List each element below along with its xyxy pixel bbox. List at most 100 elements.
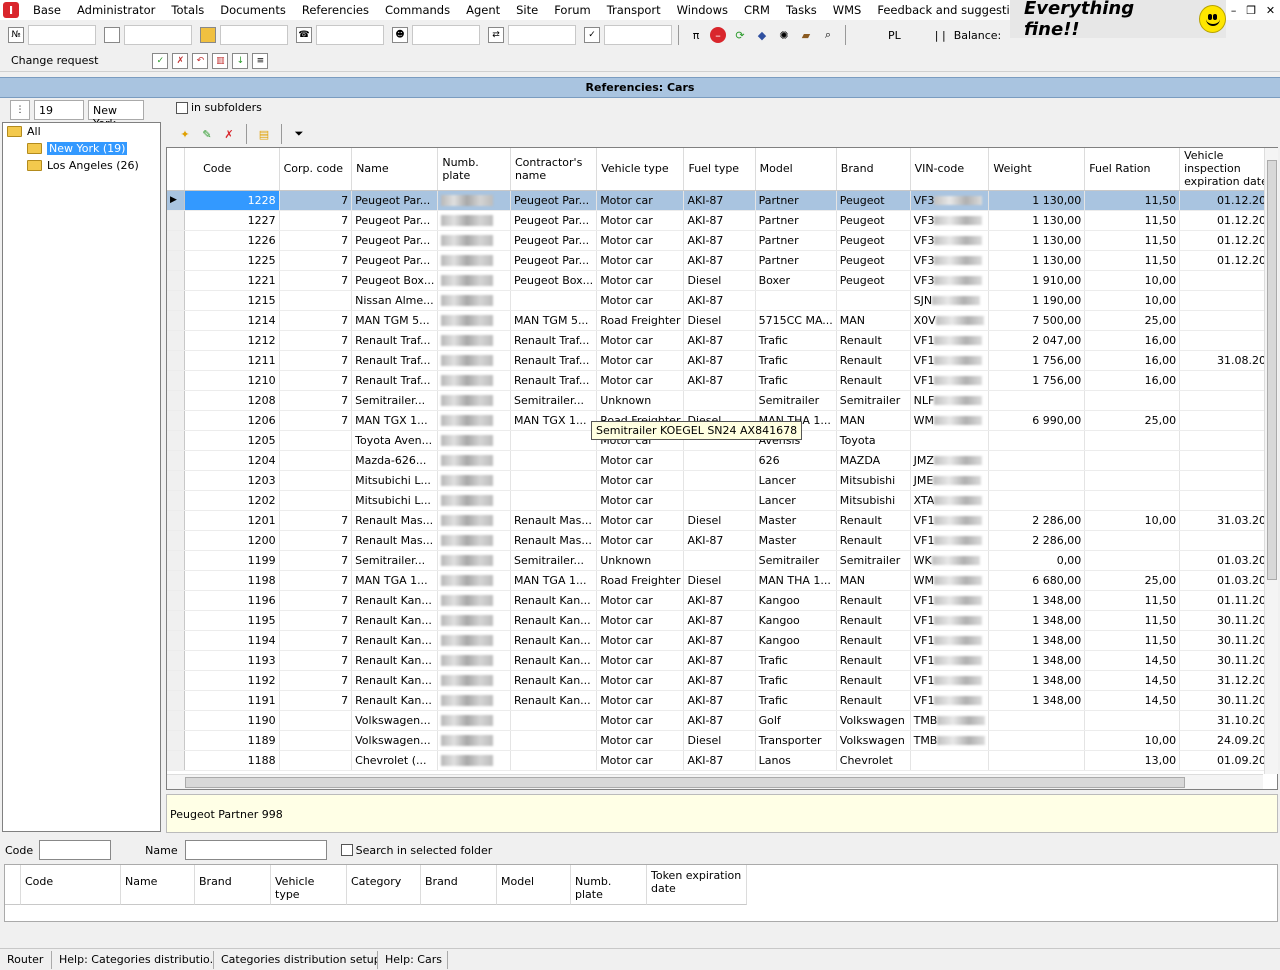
table-cell[interactable]: 10,00 <box>1084 510 1181 531</box>
table-cell[interactable]: 30.11.201 <box>1179 610 1277 631</box>
table-cell[interactable]: Master <box>755 530 837 551</box>
table-cell[interactable]: AKI-87 <box>683 650 756 671</box>
table-cell[interactable]: Unknown <box>596 550 685 571</box>
table-cell[interactable]: VF3 <box>910 270 990 291</box>
table-cell[interactable] <box>437 190 511 211</box>
folder-id-field[interactable]: 19 <box>34 100 84 120</box>
table-cell[interactable] <box>437 370 511 391</box>
table-row[interactable]: 1226 7 Peugeot Par... Peugeot Par... Motor c… <box>167 230 1277 251</box>
table-cell[interactable]: VF1 <box>910 590 990 611</box>
table-cell[interactable]: Diesel <box>683 570 756 591</box>
table-cell[interactable]: AKI-87 <box>683 190 756 211</box>
row-indicator[interactable] <box>167 710 186 731</box>
table-cell[interactable]: VF1 <box>910 670 990 691</box>
table-cell[interactable]: 1198 <box>184 570 280 591</box>
table-cell[interactable] <box>910 750 990 771</box>
table-cell[interactable]: Peugeot Par... <box>510 230 598 251</box>
table-cell[interactable]: 1226 <box>184 230 280 251</box>
table-cell[interactable]: 16,00 <box>1084 350 1181 371</box>
add-record-icon[interactable]: ✦ <box>177 126 193 142</box>
row-indicator[interactable] <box>167 670 186 691</box>
row-indicator[interactable] <box>167 450 186 471</box>
row-indicator[interactable] <box>167 250 186 271</box>
table-cell[interactable]: 1225 <box>184 250 280 271</box>
table-cell[interactable] <box>437 490 511 511</box>
table-row[interactable]: 1188 Chevrolet (... Motor car AKI-87 Lanos Ch… <box>167 750 1277 771</box>
subfolders-checkbox[interactable] <box>176 101 188 114</box>
table-cell[interactable]: XTA <box>910 490 990 511</box>
subfolders-toggle[interactable]: in subfolders <box>176 101 262 114</box>
table-cell[interactable] <box>510 450 598 471</box>
toolbar-field-6[interactable] <box>508 25 576 45</box>
table-cell[interactable]: 7 <box>279 410 353 431</box>
table-cell[interactable]: JME <box>910 470 990 491</box>
row-indicator[interactable] <box>167 410 186 431</box>
restore-icon[interactable]: ❐ <box>1246 4 1256 17</box>
row-indicator[interactable] <box>167 630 186 651</box>
table-cell[interactable]: Renault Traf... <box>510 330 598 351</box>
table-cell[interactable]: Toyota Aven... <box>351 430 439 451</box>
row-indicator[interactable] <box>167 590 186 611</box>
table-cell[interactable] <box>1084 390 1181 411</box>
table-cell[interactable]: Boxer <box>755 270 837 291</box>
table-cell[interactable] <box>1179 450 1277 471</box>
table-cell[interactable] <box>437 710 511 731</box>
row-indicator[interactable] <box>167 510 186 531</box>
table-cell[interactable] <box>437 390 511 411</box>
table-cell[interactable]: 1 348,00 <box>988 610 1086 631</box>
table-cell[interactable]: 01.09.201 <box>1179 750 1277 771</box>
table-cell[interactable]: 7 <box>279 530 353 551</box>
table-cell[interactable]: 1194 <box>184 630 280 651</box>
table-cell[interactable]: VF1 <box>910 510 990 531</box>
table-cell[interactable]: Renault Mas... <box>351 510 439 531</box>
table-cell[interactable]: Renault Kan... <box>510 610 598 631</box>
table-cell[interactable]: Renault <box>836 650 911 671</box>
table-cell[interactable]: Motor car <box>596 610 685 631</box>
table-cell[interactable]: WK <box>910 550 990 571</box>
table-cell[interactable]: Semitrailer <box>755 390 837 411</box>
table-cell[interactable]: Golf <box>755 710 837 731</box>
table-cell[interactable]: 6 990,00 <box>988 410 1086 431</box>
table-cell[interactable]: Renault Kan... <box>510 590 598 611</box>
table-cell[interactable] <box>437 470 511 491</box>
table-cell[interactable]: 1227 <box>184 210 280 231</box>
approve-icon[interactable]: ✓ <box>152 52 169 69</box>
table-cell[interactable]: Peugeot <box>836 210 911 231</box>
table-cell[interactable]: 01.12.201 <box>1179 210 1277 231</box>
table-cell[interactable]: 1188 <box>184 750 280 771</box>
table-cell[interactable]: Toyota <box>836 430 911 451</box>
table-cell[interactable]: VF1 <box>910 650 990 671</box>
table-cell[interactable]: MAN TGX 1... <box>351 410 439 431</box>
table-cell[interactable] <box>1084 450 1181 471</box>
menu-item-referencies[interactable]: Referencies <box>294 3 377 17</box>
table-cell[interactable]: 1206 <box>184 410 280 431</box>
table-cell[interactable] <box>437 570 511 591</box>
table-cell[interactable]: AKI-87 <box>683 590 756 611</box>
table-cell[interactable]: Motor car <box>596 290 685 311</box>
table-cell[interactable]: Motor car <box>596 590 685 611</box>
table-cell[interactable]: 7 <box>279 510 353 531</box>
table-cell[interactable]: AKI-87 <box>683 210 756 231</box>
table-cell[interactable]: Motor car <box>596 490 685 511</box>
table-cell[interactable]: JMZ <box>910 450 990 471</box>
agent-icon[interactable]: ☻ <box>392 27 408 43</box>
edit-record-icon[interactable]: ✎ <box>199 126 215 142</box>
table-cell[interactable]: 10,00 <box>1084 730 1181 751</box>
table-cell[interactable]: Motor car <box>596 530 685 551</box>
table-row[interactable]: 1221 7 Peugeot Box... Peugeot Box... Motor c… <box>167 270 1277 291</box>
table-cell[interactable]: 10,00 <box>1084 290 1181 311</box>
table-cell[interactable] <box>755 290 837 311</box>
row-indicator[interactable] <box>167 610 186 631</box>
row-indicator[interactable] <box>167 230 186 251</box>
row-indicator[interactable] <box>167 270 186 291</box>
table-cell[interactable]: Motor car <box>596 650 685 671</box>
table-row[interactable]: 1201 7 Renault Mas... Renault Mas... Motor c… <box>167 510 1277 531</box>
table-cell[interactable]: Peugeot Box... <box>351 270 439 291</box>
table-cell[interactable]: 11,50 <box>1084 590 1181 611</box>
table-cell[interactable]: Peugeot Par... <box>510 210 598 231</box>
menu-item-commands[interactable]: Commands <box>377 3 458 17</box>
table-row[interactable]: 1204 Mazda-626... Motor car 626 MAZDA JMZ <box>167 450 1277 471</box>
column-header[interactable]: Fuel Ration <box>1084 148 1181 191</box>
table-cell[interactable] <box>683 390 756 411</box>
table-cell[interactable]: Peugeot Par... <box>510 250 598 271</box>
